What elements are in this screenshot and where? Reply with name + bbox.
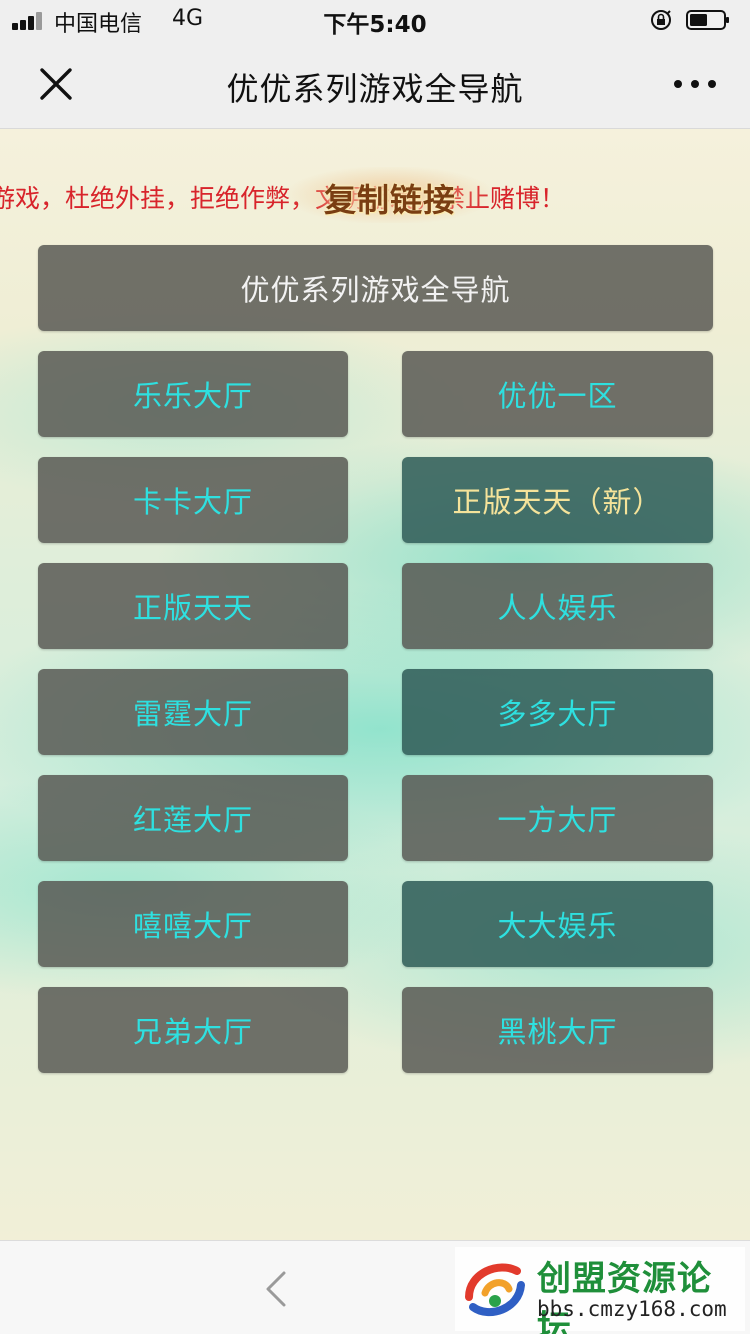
all-games-nav-button[interactable]: 优优系列游戏全导航 (38, 245, 713, 331)
game-button-dada[interactable]: 大大娱乐 (402, 881, 713, 967)
back-arrow-icon[interactable] (262, 1269, 290, 1309)
game-button-xixi[interactable]: 嘻嘻大厅 (38, 881, 348, 967)
game-button-leiting[interactable]: 雷霆大厅 (38, 669, 348, 755)
forum-name: 创盟资源论坛 (537, 1259, 712, 1334)
game-button-xiongdi[interactable]: 兄弟大厅 (38, 987, 348, 1073)
nav-bar: 优优系列游戏全导航 (0, 40, 750, 129)
game-button-youyou-1[interactable]: 优优一区 (402, 351, 713, 437)
status-bar: 中国电信 4G 下午5:40 (0, 0, 750, 40)
game-button-tiantian-new[interactable]: 正版天天（新） (402, 457, 713, 543)
lock-rotation-icon (651, 10, 671, 30)
game-button-heitao[interactable]: 黑桃大厅 (402, 987, 713, 1073)
more-icon[interactable] (672, 74, 718, 94)
game-button-yifang[interactable]: 一方大厅 (402, 775, 713, 861)
copy-link-label: 复制链接 (323, 181, 456, 219)
clock: 下午5:40 (323, 12, 427, 38)
game-button-kaka[interactable]: 卡卡大厅 (38, 457, 348, 543)
game-button-lele[interactable]: 乐乐大厅 (38, 351, 348, 437)
battery-icon (686, 10, 729, 30)
game-nav-page: 游戏，杜绝外挂，拒绝作弊，文明游戏，禁止赌博！ 复制链接 优优系列游戏全导航 乐… (0, 129, 750, 1240)
forum-url: bbs.cmzy168.com (537, 1297, 727, 1321)
game-button-tiantian[interactable]: 正版天天 (38, 563, 348, 649)
bottom-toolbar: 创盟资源论坛 bbs.cmzy168.com (0, 1240, 750, 1334)
game-button-duoduo[interactable]: 多多大厅 (402, 669, 713, 755)
copy-link-button[interactable]: 复制链接 (290, 167, 490, 223)
game-button-renren[interactable]: 人人娱乐 (402, 563, 713, 649)
game-button-honglian[interactable]: 红莲大厅 (38, 775, 348, 861)
page-title: 优优系列游戏全导航 (226, 70, 524, 108)
forum-logo-icon (465, 1263, 525, 1316)
forum-watermark: 创盟资源论坛 bbs.cmzy168.com (455, 1247, 745, 1334)
